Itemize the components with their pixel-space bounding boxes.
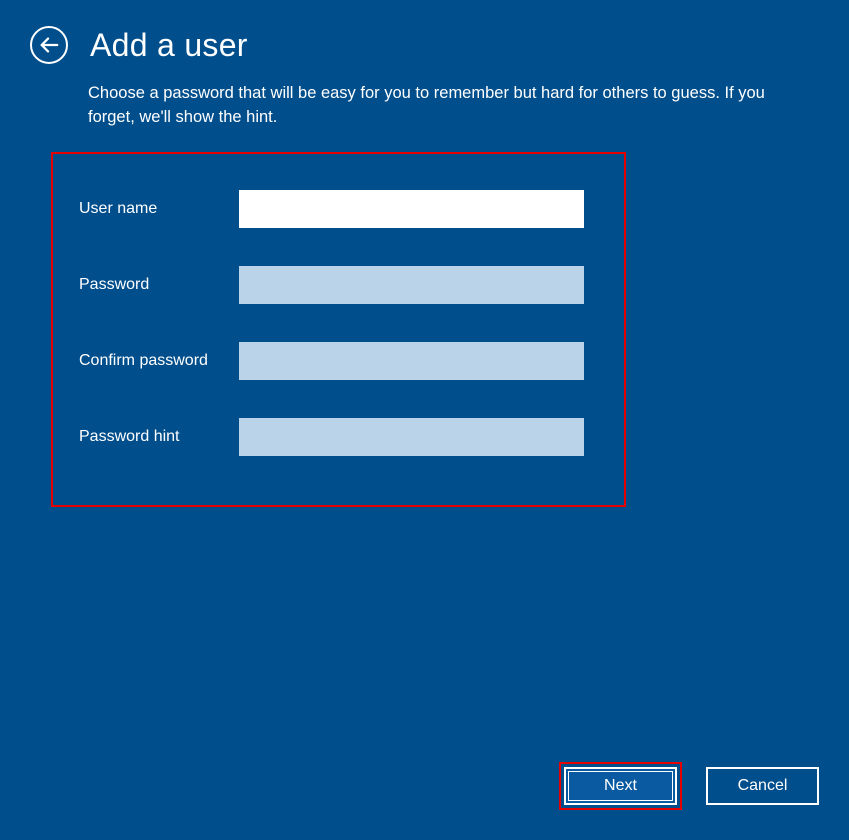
password-row: Password (79, 266, 598, 304)
confirm-password-input[interactable] (239, 342, 584, 380)
password-input[interactable] (239, 266, 584, 304)
username-label: User name (79, 200, 239, 218)
username-row: User name (79, 190, 598, 228)
back-button[interactable] (30, 26, 68, 64)
form-panel: User name Password Confirm password Pass… (51, 152, 626, 507)
username-input[interactable] (239, 190, 584, 228)
password-label: Password (79, 276, 239, 294)
password-hint-label: Password hint (79, 428, 239, 446)
next-button-highlight: Next (559, 762, 682, 810)
page-title: Add a user (90, 27, 248, 64)
password-hint-row: Password hint (79, 418, 598, 456)
confirm-password-row: Confirm password (79, 342, 598, 380)
password-hint-input[interactable] (239, 418, 584, 456)
confirm-password-label: Confirm password (79, 352, 239, 370)
arrow-left-icon (38, 34, 60, 56)
page-subtitle: Choose a password that will be easy for … (0, 72, 800, 130)
cancel-button[interactable]: Cancel (706, 767, 819, 805)
button-bar: Next Cancel (559, 762, 819, 810)
next-button[interactable]: Next (564, 767, 677, 805)
